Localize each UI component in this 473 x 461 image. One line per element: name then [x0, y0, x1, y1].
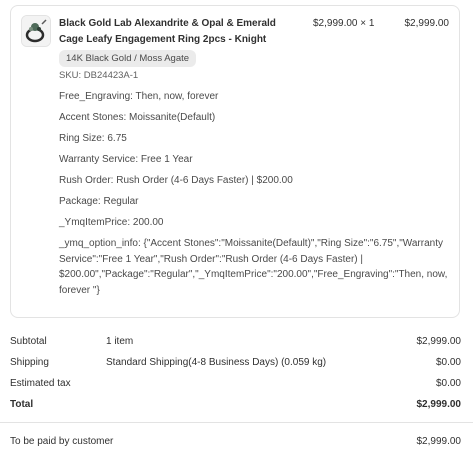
tax-amount: $0.00: [435, 378, 461, 389]
property-free-engraving: Free_Engraving: Then, now, forever: [59, 91, 219, 102]
shipping-amount: $0.00: [435, 357, 461, 368]
paid-by-customer-row: To be paid by customer $2,999.00: [10, 431, 461, 452]
ring-image-icon[interactable]: [21, 15, 51, 47]
property-ring-size: Ring Size: 6.75: [59, 133, 127, 144]
subtotal-amount: $2,999.00: [416, 336, 462, 347]
divider: [0, 422, 473, 423]
tax-label: Estimated tax: [10, 378, 71, 389]
property-rush-order: Rush Order: Rush Order (4-6 Days Faster)…: [59, 175, 293, 186]
paid-by-customer-amount: $2,999.00: [416, 436, 462, 447]
total-amount: $2,999.00: [416, 399, 462, 410]
line-item-properties: Free_Engraving: Then, now, forever Accen…: [59, 89, 451, 304]
order-summary: Subtotal 1 item $2,999.00 Shipping Stand…: [10, 331, 461, 415]
shipping-row: Shipping Standard Shipping(4-8 Business …: [10, 352, 461, 373]
variant-badge: 14K Black Gold / Moss Agate: [59, 50, 197, 67]
sku-label: SKU: DB24423A-1: [59, 70, 139, 81]
total-row: Total $2,999.00: [10, 394, 461, 415]
property-accent-stones: Accent Stones: Moissanite(Default): [59, 112, 216, 123]
property-warranty-service: Warranty Service: Free 1 Year: [59, 154, 193, 165]
subtotal-detail: 1 item: [106, 336, 134, 347]
unit-price: $2,999.00 × 1: [313, 18, 375, 29]
paid-by-customer-label: To be paid by customer: [10, 436, 114, 447]
subtotal-label: Subtotal: [10, 336, 47, 347]
shipping-label: Shipping: [10, 357, 49, 368]
property-package: Package: Regular: [59, 196, 139, 207]
shipping-detail: Standard Shipping(4-8 Business Days) (0.…: [106, 357, 327, 368]
line-item-card: Black Gold Lab Alexandrite & Opal & Emer…: [10, 5, 460, 318]
line-total: $2,999.00: [404, 18, 450, 29]
property-ymq-item-price: _YmqItemPrice: 200.00: [59, 217, 164, 228]
product-title[interactable]: Black Gold Lab Alexandrite & Opal & Emer…: [59, 16, 299, 48]
property-ymq-option-info: _ymq_option_info: {"Accent Stones":"Mois…: [59, 238, 448, 296]
total-label: Total: [10, 399, 34, 410]
subtotal-row: Subtotal 1 item $2,999.00: [10, 331, 461, 352]
tax-row: Estimated tax $0.00: [10, 373, 461, 394]
